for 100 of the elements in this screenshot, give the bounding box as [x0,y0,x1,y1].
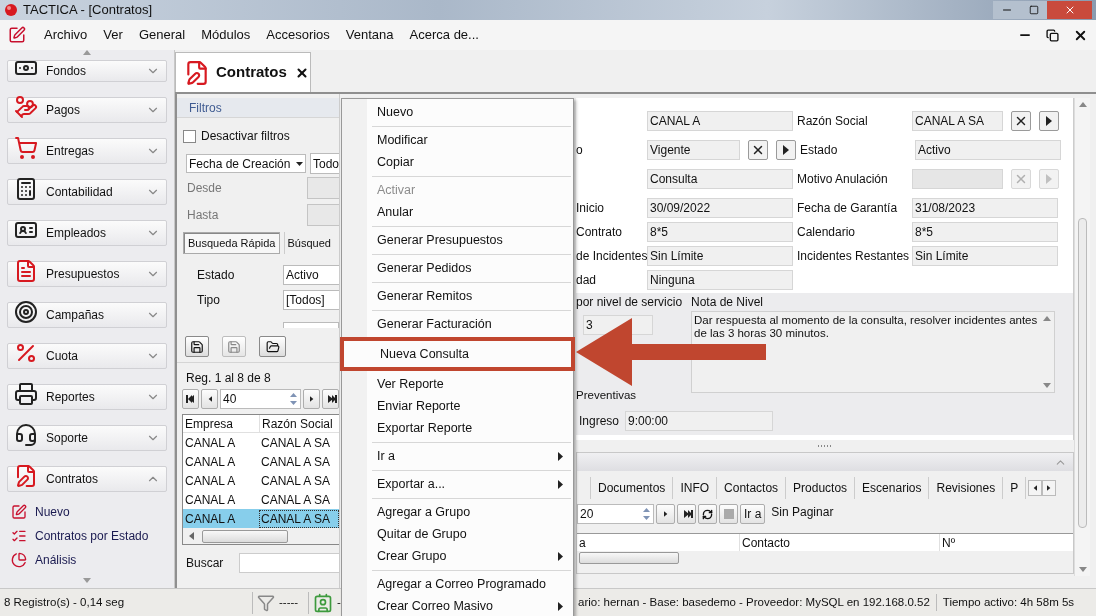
menu-item[interactable]: Generar Presupuestos [342,229,573,251]
menu-item[interactable]: Ir a [342,445,573,467]
sidebar-subitem[interactable]: Nuevo [7,500,167,524]
tab[interactable]: INFO [673,477,718,499]
dropdown[interactable]: Activo [283,265,339,285]
record-summary: Reg. 1 al 8 de 8 [185,370,272,385]
menu-item[interactable]: Exportar a... [342,473,573,495]
menu-item[interactable]: Ver Reporte [342,373,573,395]
status-text: ario: hernan - Base: basedemo - Proveedor: MySQL en 192.168.0.52 [578,593,937,612]
status-text: 8 Registro(s) - 0,14 seg [3,594,126,610]
field-label: Motivo Anulación [797,172,888,186]
field-label: de Incidentes [576,249,648,263]
menu-item[interactable]: General [130,23,194,47]
menu-item[interactable]: Módulos [193,23,259,47]
sidebar-item[interactable]: Reportes [7,384,167,410]
dropdown[interactable]: Fecha de Creación [186,154,306,173]
text-field[interactable]: Activo [915,140,1061,160]
dropdown[interactable]: Todo [309,153,339,174]
table-cell-text: CANAL A SA [260,434,331,452]
table-cell-text: CANAL A SA [260,472,331,490]
tab[interactable]: Revisiones [929,477,1004,499]
sidebar-item[interactable]: Soporte [7,425,167,451]
checkbox-label: Desactivar filtros [201,128,290,145]
table-cell-text: CANAL A SA [260,491,331,509]
field-label: Fecha de Garantía [797,201,898,215]
sidebar-item[interactable]: Empleados [7,220,167,246]
tab[interactable]: Búsqued [284,232,333,254]
lookup-field[interactable]: CANAL A SA [912,111,1059,131]
menu-item[interactable]: Ver [95,23,131,47]
page-size-field[interactable]: 20 [577,504,654,524]
page-size-field[interactable]: 40 [220,389,301,409]
tab[interactable]: Contactos [717,477,787,499]
status-text: Tiempo activo: 4h 58m 5s [941,594,1075,610]
menu-item[interactable]: Acerca de... [401,23,487,47]
menu-item[interactable]: Generar Facturación [342,313,573,335]
text-field[interactable]: 30/09/2022 [647,198,793,218]
text-field[interactable]: Ninguna [647,270,793,290]
sidebar-subitem[interactable]: Análisis [7,548,167,572]
table-cell-text: CANAL A [184,472,237,490]
status-text: - [337,594,341,610]
column-header: Empresa [184,415,235,433]
dropdown[interactable]: [Todos] [283,290,339,310]
menu-item[interactable]: Accesorios [258,23,338,47]
menu-item[interactable]: Modificar [342,129,573,151]
menu-item[interactable]: Nuevo [342,101,573,123]
sidebar-item[interactable]: Campañas [7,302,167,328]
tab[interactable]: Documentos [591,477,674,499]
menu-item[interactable]: Exportar Reporte [342,417,573,439]
field-label: Nota de Nivel [691,294,764,311]
table-cell: CANAL A SA [259,509,339,528]
text-field[interactable]: Sin Límite [647,246,793,266]
menu-item[interactable]: Quitar de Grupo [342,523,573,545]
menu-item[interactable]: Generar Pedidos [342,257,573,279]
field-label: Contrato [576,225,623,239]
menu-item[interactable]: Generar Remitos [342,285,573,307]
menu-item: Activar [376,181,417,199]
column-header: a [578,534,587,552]
field-label: Hasta [187,207,219,224]
text-field[interactable]: 9:00:00 [625,411,773,431]
document-tab[interactable]: Contratos [175,52,311,92]
menu-item[interactable]: Anular [342,201,573,223]
menu-item[interactable]: Copiar [342,151,573,173]
menu-item[interactable]: Nueva Consulta [345,343,571,365]
text-field[interactable]: 8*5 [912,222,1058,242]
table-cell-text: CANAL A [184,453,237,471]
sidebar-item[interactable]: Contabilidad [7,179,167,205]
tab[interactable]: Escenarios [855,477,930,499]
sidebar-item[interactable]: Contratos [7,466,167,492]
tab[interactable]: P [1003,477,1027,499]
menu-item[interactable]: Crear Correo Masivo [342,595,573,616]
tab[interactable]: Productos [786,477,856,499]
sidebar-item[interactable]: Entregas [7,138,167,164]
menu-item[interactable]: Agregar a Correo Programado [342,573,573,595]
field-label: Desde [187,180,222,197]
text-field[interactable]: Sin Límite [912,246,1058,266]
table-row[interactable]: CANAL A CANAL A SA [183,509,339,528]
go-to-button[interactable]: Ir a [740,504,766,524]
menu-item[interactable]: Archivo [36,23,96,47]
text-field[interactable]: CANAL A [647,111,793,131]
paging-label: Sin Paginar [771,504,834,521]
lookup-field[interactable]: Vigente [647,140,796,160]
field-label: Ingreso [578,413,621,430]
sidebar-subitem[interactable]: Contratos por Estado [7,524,167,548]
text-field[interactable]: Vigente [647,140,740,160]
table-cell-text: CANAL A [184,510,237,528]
sidebar-item[interactable]: Cuota [7,343,167,369]
menu-item[interactable]: Ventana [337,23,402,47]
sidebar-item[interactable]: Pagos [7,97,167,123]
note-textarea[interactable]: Dar respuesta al momento de la consulta, resolver incidentes antes de las 3 horas 30 minutos. [691,311,1055,393]
menu-item[interactable]: Enviar Reporte [342,395,573,417]
window-title: TACTICA - [Contratos] [23,1,153,20]
tab[interactable]: Busqueda Rápida [183,232,281,254]
sidebar-item[interactable]: Fondos [7,60,167,82]
text-field[interactable]: Consulta [647,169,793,189]
menu-item[interactable]: Crear Grupo [342,545,573,567]
text-field[interactable]: 31/08/2023 [912,198,1058,218]
menu-item[interactable]: Agregar a Grupo [342,501,573,523]
text-field[interactable]: CANAL A SA [912,111,1003,131]
text-field[interactable]: 8*5 [647,222,793,242]
sidebar-item[interactable]: Presupuestos [7,261,167,287]
